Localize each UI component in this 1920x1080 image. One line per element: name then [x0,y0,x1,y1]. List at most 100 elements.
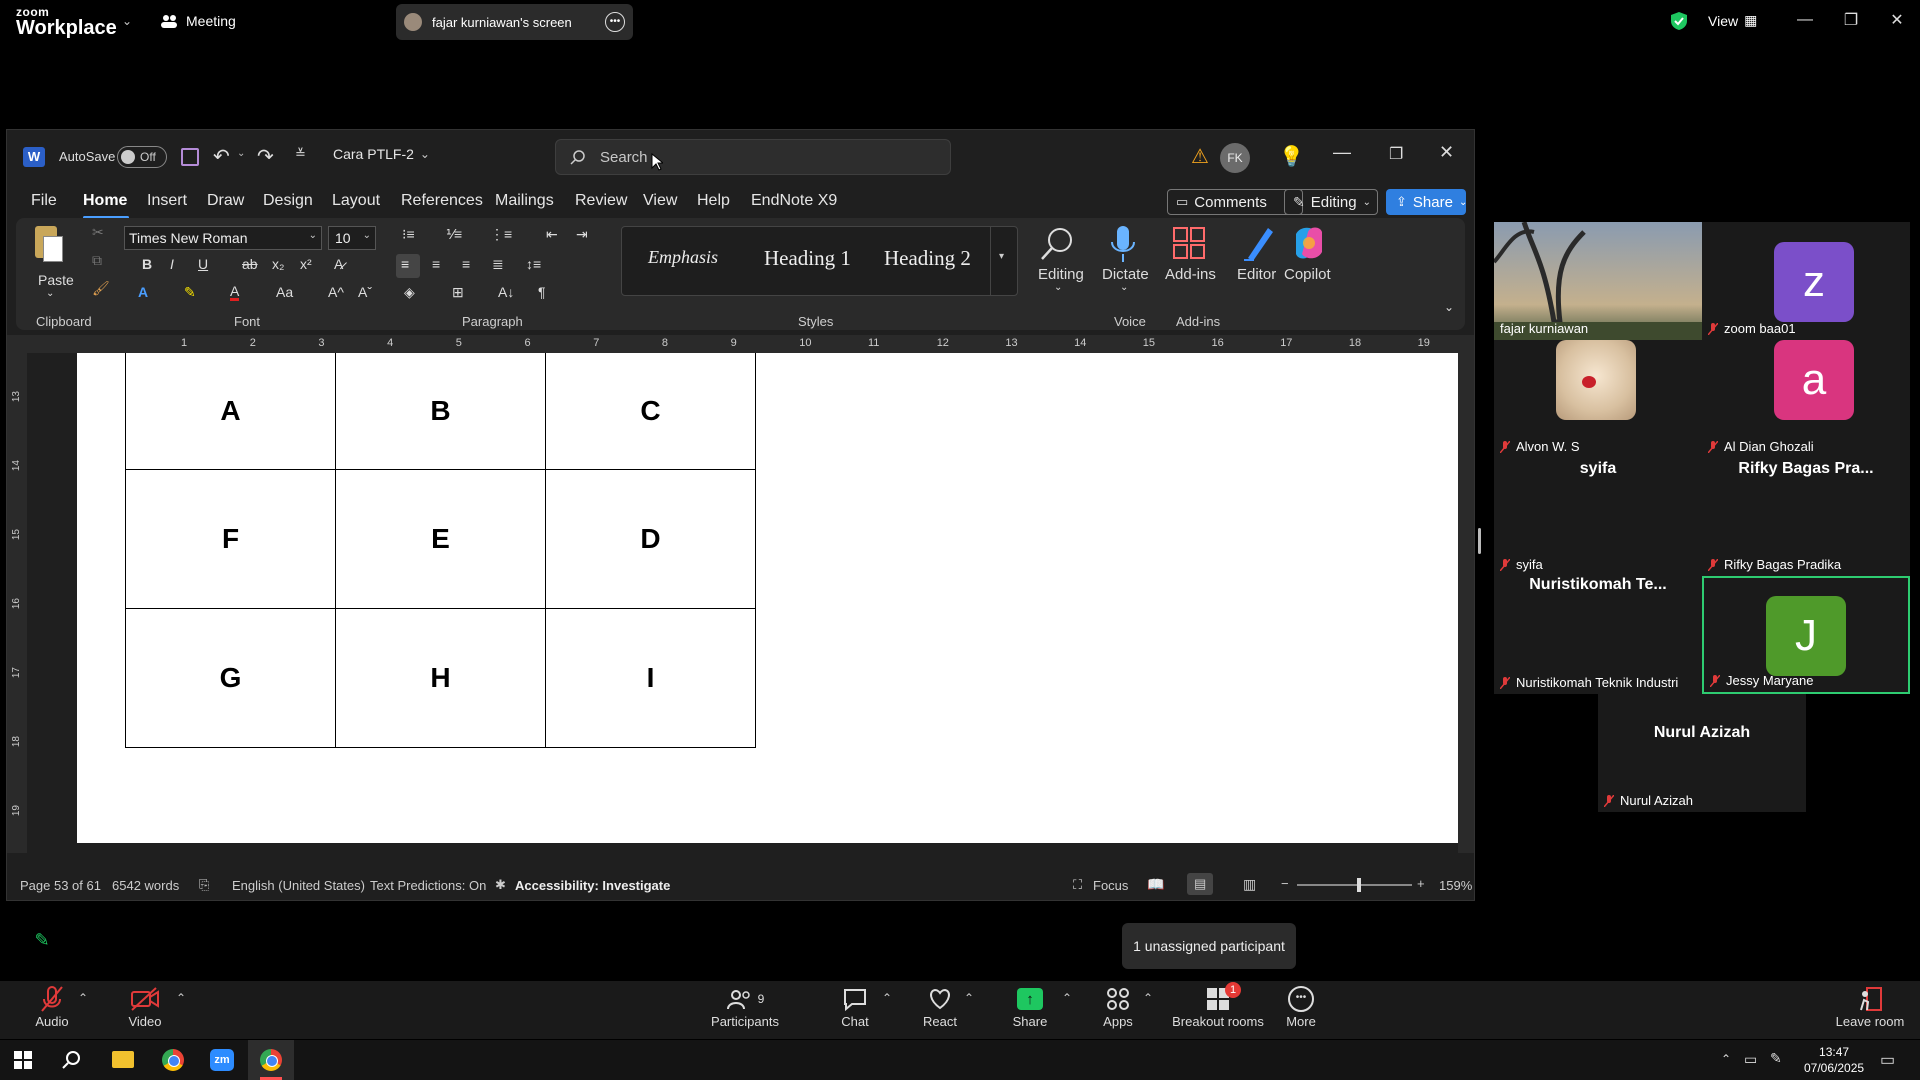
chrome-icon[interactable] [162,1049,184,1071]
view-button[interactable]: View ▦ [1708,12,1757,29]
vertical-scrollbar[interactable] [1458,353,1474,853]
line-spacing-icon[interactable]: ↕≡ [526,256,541,272]
numbering-icon[interactable]: ⅟≡ [446,226,462,243]
annotate-icon[interactable]: ✎ [24,925,60,955]
participant-tile[interactable]: Rifky Bagas Pra... Rifky Bagas Pradika [1702,458,1910,576]
pen-icon[interactable]: ✎ [1770,1050,1782,1067]
search-icon[interactable] [62,1050,82,1070]
editing-mode-button[interactable]: ✎ Editing ⌄ [1284,189,1378,215]
lightbulb-icon[interactable]: 💡 [1279,144,1304,169]
tab-file[interactable]: File [31,192,57,210]
table-cell[interactable]: E [335,468,546,609]
shield-check-icon[interactable] [1670,11,1688,31]
more-button[interactable]: ••• More [1256,984,1346,1029]
participant-tile[interactable]: syifa syifa [1494,458,1702,576]
chevron-down-icon[interactable]: ⌄ [46,288,54,299]
decrease-indent-icon[interactable]: ⇤ [546,226,558,243]
align-left-icon[interactable]: ≡ [396,254,420,278]
chevron-up-icon[interactable]: ⌃ [78,991,88,1005]
table-cell[interactable]: A [125,353,336,470]
panel-resize-handle[interactable] [1478,528,1481,554]
restore-icon[interactable]: ❐ [1389,144,1403,164]
notifications-icon[interactable]: ▭ [1880,1050,1895,1070]
highlight-icon[interactable]: ✎ [184,284,196,301]
font-size-field[interactable]: 10 ⌄ [328,226,376,250]
chevron-up-icon[interactable]: ⌃ [1721,1052,1731,1066]
font-name-field[interactable]: Times New Roman ⌄ [124,226,322,250]
minimize-icon[interactable]: — [1782,0,1828,40]
undo-dropdown-icon[interactable]: ⌄ [237,148,245,159]
text-effects-icon[interactable]: A [138,284,148,300]
chevron-down-icon[interactable]: ⌄ [122,14,132,28]
bold-icon[interactable]: B [142,256,152,272]
user-avatar[interactable]: FK [1220,143,1250,173]
chevron-up-icon[interactable]: ⌃ [1062,991,1072,1005]
superscript-icon[interactable]: x² [300,256,312,272]
chevron-up-icon[interactable]: ⌃ [964,991,974,1005]
language[interactable]: English (United States) [232,878,365,893]
shading-icon[interactable]: ◈ [404,284,415,301]
table-cell[interactable]: H [335,607,546,748]
table-cell[interactable]: B [335,353,546,470]
copilot-icon[interactable] [1290,224,1328,262]
table-cell[interactable]: C [545,353,756,470]
share-button[interactable]: ⇪ Share ⌄ [1386,189,1467,215]
warning-icon[interactable]: ⚠ [1191,144,1209,169]
more-options-icon[interactable]: ••• [605,12,625,32]
dictate-label[interactable]: Dictate [1102,266,1149,283]
increase-indent-icon[interactable]: ⇥ [576,226,588,243]
meeting-tab[interactable]: Meeting [160,13,236,29]
windows-start-icon[interactable] [14,1051,32,1069]
chevron-down-icon[interactable]: ⌄ [1120,282,1128,293]
editor-label[interactable]: Editor [1237,266,1276,283]
zoom-app-icon[interactable]: zm [210,1049,234,1071]
microphone-icon[interactable] [1108,224,1138,264]
word-count[interactable]: 6542 words [112,878,179,893]
clear-formatting-icon[interactable]: A̷ [334,256,343,272]
participant-tile[interactable]: fajar kurniawan [1494,222,1702,340]
subscript-icon[interactable]: x₂ [272,256,284,272]
document-table[interactable]: A B C F E D G H I [125,353,756,748]
table-cell[interactable]: I [545,607,756,748]
addins-icon[interactable] [1172,226,1206,260]
close-icon[interactable]: ✕ [1874,0,1920,40]
minimize-icon[interactable]: — [1333,142,1351,163]
autosave-toggle[interactable]: Off [117,146,167,168]
paste-icon[interactable] [31,226,63,266]
read-mode-icon[interactable]: 📖 [1147,876,1164,893]
chevron-down-icon[interactable]: ⌄ [1054,282,1062,293]
focus-mode[interactable]: Focus [1093,878,1128,893]
save-icon[interactable] [181,148,199,166]
close-icon[interactable]: ✕ [1439,142,1454,163]
paste-label[interactable]: Paste [38,272,74,288]
tab-layout[interactable]: Layout [332,192,380,210]
strikethrough-icon[interactable]: ab [242,256,258,272]
leave-room-button[interactable]: Leave room [1825,984,1915,1029]
file-explorer-icon[interactable] [112,1051,134,1068]
zoom-in-icon[interactable]: + [1417,876,1425,891]
vertical-ruler[interactable]: 13 14 15 16 17 18 19 [7,353,27,853]
style-heading-1[interactable]: Heading 1 [764,246,851,271]
copilot-label[interactable]: Copilot [1284,266,1331,283]
text-predictions[interactable]: Text Predictions: On [370,878,486,893]
show-formatting-icon[interactable]: ¶ [538,284,546,300]
participant-tile[interactable]: z zoom baa01 [1702,222,1910,340]
document-title[interactable]: Cara PTLF-2 ⌄ [333,146,430,162]
restore-icon[interactable]: ❐ [1828,0,1874,40]
screen-share-banner[interactable]: fajar kurniawan's screen ••• [396,4,633,40]
zoom-level[interactable]: 159% [1439,878,1472,893]
network-icon[interactable]: ▭ [1744,1051,1757,1068]
participant-tile[interactable]: Alvon W. S [1494,340,1702,458]
collapse-ribbon-icon[interactable]: ⌄ [1444,300,1454,314]
proofing-icon[interactable]: ⎘ [199,877,209,893]
print-layout-icon[interactable]: ▤ [1187,873,1213,895]
tab-draw[interactable]: Draw [207,192,244,210]
tab-help[interactable]: Help [697,192,730,210]
change-case-icon[interactable]: Aa [276,284,293,300]
tab-insert[interactable]: Insert [147,192,187,210]
participant-tile[interactable]: Nuristikomah Te... Nuristikomah Teknik I… [1494,576,1702,694]
align-right-icon[interactable]: ≡ [462,256,470,272]
chevron-up-icon[interactable]: ⌃ [176,991,186,1005]
grow-font-icon[interactable]: A^ [328,284,344,300]
tab-references[interactable]: References [401,192,483,210]
